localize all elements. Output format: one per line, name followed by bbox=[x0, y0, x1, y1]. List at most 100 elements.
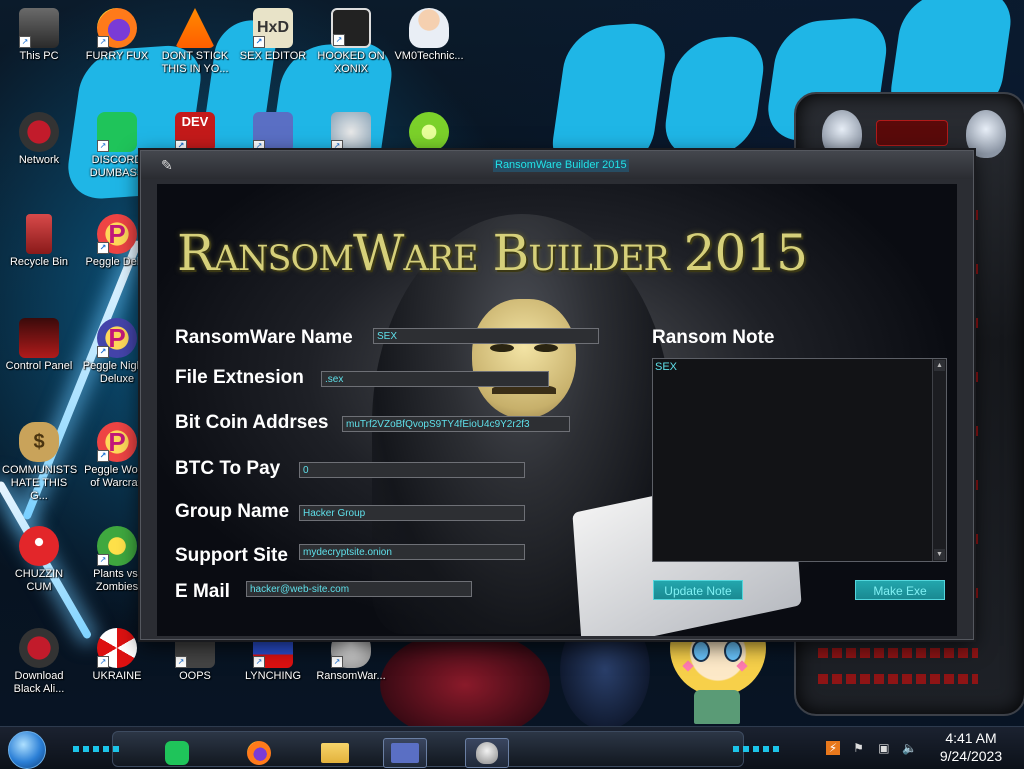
icon-label: This PC bbox=[19, 50, 59, 62]
icon-label: UKRAINE bbox=[92, 670, 142, 682]
ransom-note-text: SEX bbox=[655, 361, 678, 373]
clock-time: 4:41 AM bbox=[945, 730, 997, 746]
icon-label: OOPS bbox=[179, 670, 211, 682]
network-icon[interactable]: ▣ bbox=[877, 741, 891, 755]
discord-icon: ↗ bbox=[97, 112, 137, 152]
desktop-icon-network[interactable]: Network bbox=[2, 112, 76, 167]
desktop-icon-santa: ↗ bbox=[314, 112, 388, 152]
desktop-icon-dont-stick[interactable]: DONT STICK THIS IN YO... bbox=[158, 8, 232, 76]
doctor-icon bbox=[409, 8, 449, 48]
lime-icon bbox=[409, 112, 449, 152]
recycle-bin-icon bbox=[26, 214, 52, 254]
alien-orb-icon bbox=[19, 628, 59, 668]
system-tray: ⚡ ⚑ ▣ 🔈 bbox=[826, 739, 923, 757]
window-system-icon[interactable]: ✎ bbox=[161, 157, 173, 174]
icon-label: CHUZZIN CUM bbox=[14, 568, 64, 593]
peggle-icon: P ↗ bbox=[97, 214, 137, 254]
support-site-label: Support Site bbox=[175, 545, 288, 566]
support-site-input[interactable]: mydecryptsite.onion bbox=[299, 544, 525, 560]
icon-label: RansomWar... bbox=[316, 670, 386, 682]
file-extension-input[interactable]: .sex bbox=[321, 371, 549, 387]
taskbar: ⚡ ⚑ ▣ 🔈 4:41 AM 9/24/2023 bbox=[0, 726, 1024, 769]
desktop-icon-lime bbox=[392, 112, 466, 152]
desktop-icon-hooked-on-xonix[interactable]: ↗ HOOKED ON XONIX bbox=[314, 8, 388, 76]
firefox-icon bbox=[247, 741, 271, 765]
icon-label: Recycle Bin bbox=[9, 256, 69, 268]
taskbar-card-app-button[interactable] bbox=[383, 738, 427, 768]
peggle-icon: P ↗ bbox=[97, 422, 137, 462]
icon-label: VM0Technic... bbox=[394, 50, 464, 62]
icon-label: SEX EDITOR bbox=[239, 50, 307, 62]
desktop-icon-furry-fux[interactable]: ↗ FURRY FUX bbox=[80, 8, 154, 63]
devcpp-icon: DEV ↗ bbox=[175, 112, 215, 152]
gadget-logo bbox=[876, 120, 948, 146]
btc-to-pay-input[interactable]: 0 bbox=[299, 462, 525, 478]
email-label: E Mail bbox=[175, 581, 230, 602]
taskbar-ransomware-builder-button[interactable] bbox=[465, 738, 509, 768]
icon-label: DONT STICK THIS IN YO... bbox=[161, 50, 229, 75]
icon-label: FURRY FUX bbox=[85, 50, 149, 62]
desktop-icon-chuzzin[interactable]: CHUZZIN CUM bbox=[2, 526, 76, 594]
window-title: RansomWare Builder 2015 bbox=[493, 159, 629, 172]
desktop-icon-download-black[interactable]: Download Black Ali... bbox=[2, 628, 76, 696]
icon-label: Network bbox=[18, 154, 60, 166]
radiation-icon: ↗ bbox=[97, 628, 137, 668]
scroll-up-arrow-icon[interactable]: ▲ bbox=[934, 360, 945, 371]
card-app-icon bbox=[391, 743, 419, 763]
money-bag-icon: $ bbox=[19, 422, 59, 462]
taskbar-clock[interactable]: 4:41 AM 9/24/2023 bbox=[926, 729, 1016, 765]
desktop-icon-sex-editor[interactable]: HxD ↗ SEX EDITOR bbox=[236, 8, 310, 63]
ransomware-name-input[interactable]: SEX bbox=[373, 328, 599, 344]
window-client-area: RansomWare Builder 2015 RansomWare Name … bbox=[157, 184, 957, 636]
update-note-button[interactable]: Update Note bbox=[653, 580, 743, 600]
desktop-icon-recycle-bin[interactable]: Recycle Bin bbox=[2, 214, 76, 269]
icon-label: Download Black Ali... bbox=[13, 670, 65, 695]
skull-icon bbox=[476, 742, 498, 764]
card-app-icon: ↗ bbox=[253, 112, 293, 152]
flag-icon[interactable]: ⚑ bbox=[851, 741, 865, 755]
vlc-cone-icon bbox=[175, 8, 215, 48]
volume-icon[interactable]: 🔈 bbox=[902, 741, 917, 755]
taskbar-explorer-button[interactable] bbox=[313, 738, 357, 768]
note-scrollbar[interactable]: ▲ ▼ bbox=[932, 359, 946, 561]
make-exe-button[interactable]: Make Exe bbox=[855, 580, 945, 600]
email-input[interactable]: hacker@web-site.com bbox=[246, 581, 472, 597]
icon-label: Control Panel bbox=[5, 360, 73, 372]
chuzzle-icon bbox=[19, 526, 59, 566]
icon-label: LYNCHING bbox=[244, 670, 302, 682]
ransomware-builder-window: ✎ RansomWare Builder 2015 RansomWare Bui… bbox=[140, 150, 974, 640]
computer-icon: ↗ bbox=[19, 8, 59, 48]
app-brand-title: RansomWare Builder 2015 bbox=[177, 224, 808, 282]
clock-date: 9/24/2023 bbox=[939, 748, 1003, 764]
desktop-icon-this-pc[interactable]: ↗ This PC bbox=[2, 8, 76, 63]
desktop-icon-control-panel[interactable]: Control Panel bbox=[2, 318, 76, 373]
taskbar-frame bbox=[73, 731, 779, 768]
santa-app-icon: ↗ bbox=[331, 112, 371, 152]
ransom-note-textarea[interactable]: SEX ▲ ▼ bbox=[652, 358, 947, 562]
folder-icon bbox=[321, 743, 349, 763]
desktop-icon-devcpp: DEV ↗ bbox=[158, 112, 232, 152]
file-extension-label: File Extnesion bbox=[175, 367, 304, 388]
bitcoin-address-input[interactable]: muTrf2VZoBfQvopS9TY4fEioU4c9Y2r2f3 bbox=[342, 416, 570, 432]
taskbar-discord-button[interactable] bbox=[155, 738, 199, 768]
peggle-icon: P ↗ bbox=[97, 318, 137, 358]
group-name-input[interactable]: Hacker Group bbox=[299, 505, 525, 521]
firefox-icon: ↗ bbox=[97, 8, 137, 48]
ransom-note-label: Ransom Note bbox=[652, 327, 775, 348]
taskbar-firefox-button[interactable] bbox=[237, 738, 281, 768]
group-name-label: Group Name bbox=[175, 501, 290, 522]
desktop-icon-card: ↗ bbox=[236, 112, 310, 152]
desktop-icon-vm0technic[interactable]: VM0Technic... bbox=[392, 8, 466, 63]
ransomware-name-label: RansomWare Name bbox=[175, 327, 353, 348]
desktop-icon-communists[interactable]: $ COMMUNISTS HATE THIS G... bbox=[2, 422, 77, 503]
plants-vs-zombies-icon: ↗ bbox=[97, 526, 137, 566]
bitcoin-address-label: Bit Coin Addrses bbox=[175, 412, 329, 433]
tray-app-icon[interactable]: ⚡ bbox=[826, 741, 840, 755]
hex-editor-icon: HxD ↗ bbox=[253, 8, 293, 48]
control-panel-icon bbox=[19, 318, 59, 358]
start-button[interactable] bbox=[8, 731, 46, 769]
discord-icon bbox=[165, 741, 189, 765]
window-titlebar[interactable]: ✎ RansomWare Builder 2015 bbox=[141, 151, 973, 179]
scroll-down-arrow-icon[interactable]: ▼ bbox=[934, 549, 945, 560]
btc-to-pay-label: BTC To Pay bbox=[175, 458, 281, 479]
